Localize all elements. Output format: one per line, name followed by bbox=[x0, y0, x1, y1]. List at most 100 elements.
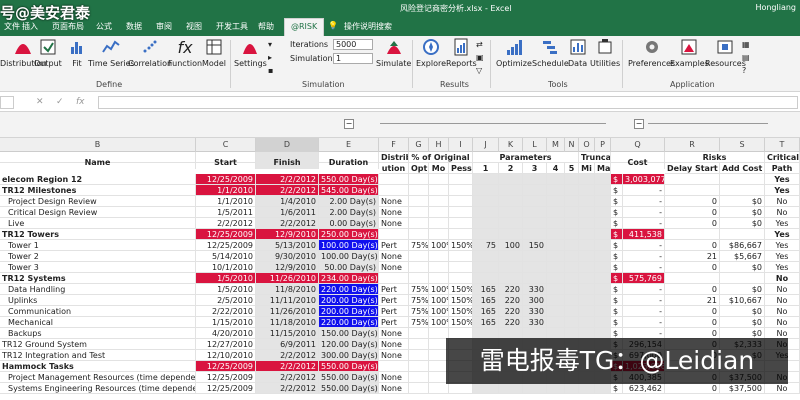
library-icon[interactable]: ▤ bbox=[742, 53, 750, 62]
cell-dist[interactable]: Pert bbox=[379, 284, 409, 295]
cell-delay[interactable]: 0 bbox=[665, 262, 720, 273]
header-pessi[interactable]: Pessi bbox=[449, 163, 473, 174]
cell-mo[interactable] bbox=[429, 185, 449, 196]
header-ma[interactable]: Ma bbox=[595, 163, 611, 174]
cell-p2[interactable] bbox=[499, 196, 523, 207]
cell-duration[interactable]: 234.00 Day(s) bbox=[319, 273, 379, 284]
column-header[interactable]: F bbox=[379, 138, 409, 152]
cell-p5[interactable] bbox=[565, 251, 579, 262]
header-critical[interactable]: Critical bbox=[765, 152, 800, 163]
cell-p1[interactable] bbox=[473, 218, 499, 229]
cell-dist[interactable]: None bbox=[379, 251, 409, 262]
cell-cost[interactable]: - bbox=[623, 295, 665, 306]
cell-p1[interactable] bbox=[473, 262, 499, 273]
cell-mo[interactable] bbox=[429, 262, 449, 273]
cell-duration[interactable]: 100.00 Day(s) bbox=[319, 251, 379, 262]
cell-ma[interactable] bbox=[595, 383, 611, 394]
collapse-group-button[interactable]: − bbox=[344, 119, 354, 129]
cell-p4[interactable] bbox=[547, 284, 565, 295]
cell-finish[interactable]: 2/2/2012 bbox=[256, 350, 319, 361]
preferences-button[interactable]: Preferences bbox=[628, 38, 675, 68]
cell-p3[interactable] bbox=[523, 273, 547, 284]
cell-cost[interactable]: - bbox=[623, 240, 665, 251]
cell-p2[interactable]: 220 bbox=[499, 306, 523, 317]
cell-p5[interactable] bbox=[565, 174, 579, 185]
cell-ma[interactable] bbox=[595, 284, 611, 295]
cell-opt[interactable] bbox=[409, 218, 429, 229]
cell-ma[interactable] bbox=[595, 185, 611, 196]
cell-mi[interactable] bbox=[579, 317, 595, 328]
column-header[interactable]: K bbox=[499, 138, 523, 152]
cell-mi[interactable] bbox=[579, 218, 595, 229]
cell-cur[interactable]: $ bbox=[611, 185, 623, 196]
cell-delay[interactable]: 0 bbox=[665, 207, 720, 218]
tab-developer[interactable]: 开发工具 bbox=[216, 21, 248, 32]
cell-start[interactable]: 12/25/2009 bbox=[196, 229, 256, 240]
cell-dist[interactable]: Pert bbox=[379, 240, 409, 251]
cell-dist[interactable]: None bbox=[379, 372, 409, 383]
cell-start[interactable]: 12/25/2009 bbox=[196, 174, 256, 185]
cell-p1[interactable] bbox=[473, 174, 499, 185]
cell-p1[interactable]: 75 bbox=[473, 240, 499, 251]
cell-cur[interactable]: $ bbox=[611, 273, 623, 284]
explore-button[interactable]: Explore bbox=[416, 38, 446, 68]
cell-p1[interactable]: 165 bbox=[473, 306, 499, 317]
cell-addc[interactable]: $0 bbox=[720, 207, 765, 218]
cell-delay[interactable]: 21 bbox=[665, 251, 720, 262]
cell-mo[interactable] bbox=[429, 218, 449, 229]
cell-p4[interactable] bbox=[547, 240, 565, 251]
window-icon[interactable]: ▣ bbox=[476, 53, 484, 62]
cell-finish[interactable]: 9/30/2010 bbox=[256, 251, 319, 262]
cell-name[interactable]: elecom Region 12 bbox=[0, 174, 196, 185]
cell-ma[interactable] bbox=[595, 196, 611, 207]
cell-dist[interactable] bbox=[379, 185, 409, 196]
cell-finish[interactable]: 2/2/2012 bbox=[256, 361, 319, 372]
cell-addc[interactable] bbox=[720, 273, 765, 284]
header-name[interactable]: Name bbox=[0, 157, 196, 169]
column-header[interactable]: T bbox=[765, 138, 800, 152]
cell-name[interactable]: Project Design Review bbox=[0, 196, 196, 207]
cell-p2[interactable] bbox=[499, 251, 523, 262]
column-header[interactable]: G bbox=[409, 138, 429, 152]
cell-dist[interactable]: None bbox=[379, 350, 409, 361]
cell-delay[interactable] bbox=[665, 185, 720, 196]
header-risks[interactable]: Risks bbox=[665, 152, 765, 163]
cell-mo[interactable]: 100% bbox=[429, 317, 449, 328]
column-header[interactable]: I bbox=[449, 138, 473, 152]
cell-p3[interactable] bbox=[523, 185, 547, 196]
utilities-button[interactable]: Utilities bbox=[590, 38, 620, 68]
cell-start[interactable]: 1/1/2010 bbox=[196, 185, 256, 196]
cell-opt[interactable]: 75% bbox=[409, 284, 429, 295]
cell-opt[interactable]: 75% bbox=[409, 295, 429, 306]
cell-p4[interactable] bbox=[547, 207, 565, 218]
cell-cur[interactable]: $ bbox=[611, 196, 623, 207]
cell-finish[interactable]: 5/13/2010 bbox=[256, 240, 319, 251]
cell-delay[interactable]: 0 bbox=[665, 240, 720, 251]
cell-p3[interactable] bbox=[523, 196, 547, 207]
cell-opt[interactable] bbox=[409, 361, 429, 372]
cell-p4[interactable] bbox=[547, 196, 565, 207]
cell-delay[interactable]: 0 bbox=[665, 196, 720, 207]
cell-opt[interactable] bbox=[409, 350, 429, 361]
cell-dist[interactable]: None bbox=[379, 218, 409, 229]
cell-crit[interactable]: No bbox=[765, 383, 800, 394]
header-param-3[interactable]: 3 bbox=[523, 163, 547, 174]
column-header[interactable]: B bbox=[0, 138, 196, 152]
cell-duration[interactable]: 250.00 Day(s) bbox=[319, 229, 379, 240]
settings-button[interactable]: Settings bbox=[234, 38, 267, 68]
cell-dist[interactable] bbox=[379, 229, 409, 240]
header-add-cost[interactable]: Add Cost bbox=[720, 163, 765, 174]
cell-p5[interactable] bbox=[565, 207, 579, 218]
cell-finish[interactable]: 1/4/2010 bbox=[256, 196, 319, 207]
cell-name[interactable]: Hammock Tasks bbox=[0, 361, 196, 372]
cell-p1[interactable] bbox=[473, 229, 499, 240]
column-header[interactable]: J bbox=[473, 138, 499, 152]
cell-duration[interactable]: 220.00 Day(s) bbox=[319, 284, 379, 295]
cell-dist[interactable]: None bbox=[379, 196, 409, 207]
cell-ma[interactable] bbox=[595, 207, 611, 218]
column-header[interactable]: O bbox=[579, 138, 595, 152]
cell-p5[interactable] bbox=[565, 218, 579, 229]
cell-opt[interactable] bbox=[409, 383, 429, 394]
cell-p1[interactable] bbox=[473, 251, 499, 262]
cell-duration[interactable]: 200.00 Day(s) bbox=[319, 306, 379, 317]
